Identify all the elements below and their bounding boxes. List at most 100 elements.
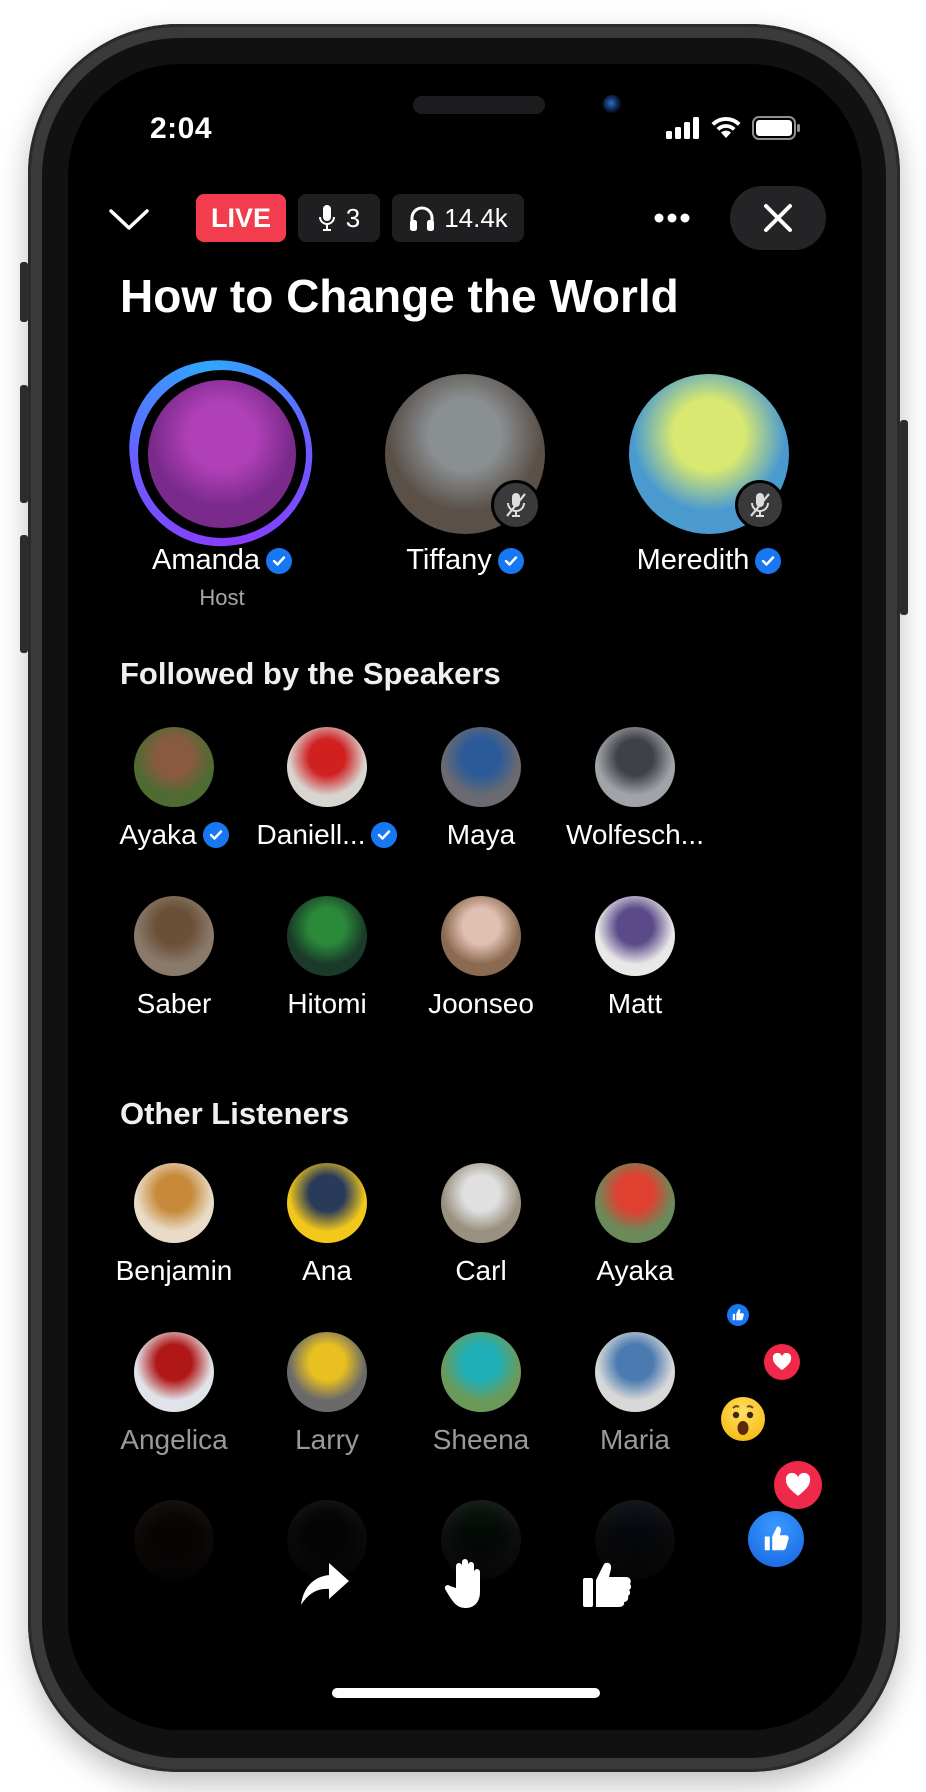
screen: 2:04 LIVE 3 14.4k How to Change the Worl…	[68, 64, 862, 1730]
wow-emoji-icon	[732, 1405, 754, 1435]
speaker[interactable]: Meredith	[599, 374, 819, 577]
listener[interactable]: Maria	[550, 1332, 720, 1456]
like-button[interactable]	[572, 1549, 642, 1619]
listener-name: Larry	[295, 1424, 359, 1455]
listener-name: Saber	[136, 988, 212, 1019]
listener-avatar[interactable]	[134, 727, 214, 807]
listener-avatar[interactable]	[441, 896, 521, 976]
share-button[interactable]	[290, 1549, 360, 1619]
close-icon	[764, 204, 792, 232]
more-options-button[interactable]	[644, 198, 700, 238]
listener-avatar[interactable]	[134, 1163, 214, 1243]
listener[interactable]: Ayaka	[89, 727, 259, 851]
speakers-count-badge[interactable]: 3	[298, 194, 380, 242]
listener-avatar[interactable]	[595, 1332, 675, 1412]
speaker[interactable]: Tiffany	[355, 374, 575, 577]
listener[interactable]: Benjamin	[89, 1163, 259, 1287]
listener[interactable]: Ana	[242, 1163, 412, 1287]
earpiece	[413, 96, 545, 114]
section-title-followed: Followed by the Speakers	[120, 656, 501, 691]
listener-avatar[interactable]	[287, 727, 367, 807]
section-title-others: Other Listeners	[120, 1096, 350, 1131]
listener-name: Maya	[446, 819, 516, 850]
listener-avatar[interactable]	[134, 1332, 214, 1412]
listener[interactable]: Saber	[89, 896, 259, 1020]
wifi-icon	[711, 116, 741, 138]
speakers-count: 3	[345, 202, 361, 233]
power-button	[900, 420, 908, 615]
listener-name: Hitomi	[287, 988, 367, 1019]
home-indicator[interactable]	[332, 1688, 600, 1698]
listener[interactable]: Angelica	[89, 1332, 259, 1456]
raise-hand-button[interactable]	[430, 1549, 500, 1619]
listener-name: Carl	[455, 1255, 507, 1286]
listener-avatar[interactable]	[595, 896, 675, 976]
thumbs-up-icon	[732, 1309, 744, 1321]
listener[interactable]: Wolfesch...	[550, 727, 720, 851]
listeners-count: 14.4k	[444, 202, 508, 233]
leave-room-button[interactable]	[730, 186, 826, 250]
listener-name: Sheena	[432, 1424, 530, 1455]
speaker-avatar[interactable]	[385, 374, 545, 534]
speaker-name: Tiffany	[406, 544, 492, 576]
verified-badge-icon	[266, 547, 292, 574]
listener-name: Matt	[607, 988, 663, 1019]
collapse-button[interactable]	[104, 198, 154, 242]
raise-hand-icon	[444, 1559, 480, 1608]
listener-name: Ayaka	[119, 819, 197, 850]
status-icons	[666, 116, 800, 140]
listener-avatar[interactable]	[441, 727, 521, 807]
listener-name: Daniell...	[256, 819, 366, 850]
listener[interactable]: Hitomi	[242, 896, 412, 1020]
listener[interactable]: Maya	[396, 727, 566, 851]
room-title: How to Change the World	[120, 270, 679, 322]
listener[interactable]: Ayaka	[550, 1163, 720, 1287]
heart-icon	[785, 1473, 811, 1496]
speaker-role: Host	[199, 585, 245, 610]
listener-avatar[interactable]	[441, 1332, 521, 1412]
reaction-love	[764, 1344, 800, 1380]
bottom-action-bar	[68, 1549, 862, 1619]
listener-name: Angelica	[120, 1424, 228, 1455]
listener-avatar[interactable]	[441, 1163, 521, 1243]
live-badge: LIVE	[196, 194, 286, 242]
speaker-name: Meredith	[636, 544, 750, 576]
speaker-avatar[interactable]	[117, 348, 325, 558]
verified-badge-icon	[755, 547, 782, 574]
listener-avatar[interactable]	[287, 896, 367, 976]
share-icon	[301, 1563, 349, 1605]
listener-avatar[interactable]	[287, 1332, 367, 1412]
listener-avatar[interactable]	[595, 1163, 675, 1243]
listener[interactable]: Matt	[550, 896, 720, 1020]
more-dots-icon	[654, 213, 690, 223]
listener[interactable]: Sheena	[396, 1332, 566, 1456]
muted-mic-icon	[491, 480, 541, 530]
listener-name: Maria	[599, 1424, 670, 1455]
listeners-count-badge[interactable]: 14.4k	[392, 194, 524, 242]
speaker-avatar[interactable]	[629, 374, 789, 534]
reaction-wow	[721, 1397, 765, 1441]
listener[interactable]: Larry	[242, 1332, 412, 1456]
verified-badge-icon	[497, 547, 524, 574]
verified-badge-icon	[202, 822, 229, 848]
listener-name: Benjamin	[115, 1255, 233, 1286]
listener-avatar[interactable]	[595, 727, 675, 807]
battery-icon	[752, 116, 800, 140]
heart-icon	[772, 1353, 792, 1371]
listener-name: Ana	[302, 1255, 352, 1286]
verified-badge-icon	[371, 822, 398, 848]
thumbs-up-icon	[583, 1562, 632, 1607]
microphone-icon	[318, 205, 335, 231]
volume-down-button	[20, 535, 28, 653]
listener-avatar[interactable]	[134, 896, 214, 976]
listener-avatar[interactable]	[287, 1163, 367, 1243]
avatar-image	[148, 380, 296, 528]
listener[interactable]: Daniell...	[242, 727, 412, 851]
speaker-name: Amanda	[151, 544, 260, 576]
listener[interactable]: Joonseo	[396, 896, 566, 1020]
speaker[interactable]: Amanda Host	[112, 348, 332, 611]
listener[interactable]: Carl	[396, 1163, 566, 1287]
room-top-bar: LIVE 3 14.4k	[104, 186, 826, 250]
reaction-love	[774, 1461, 822, 1509]
headphones-icon	[410, 206, 435, 231]
